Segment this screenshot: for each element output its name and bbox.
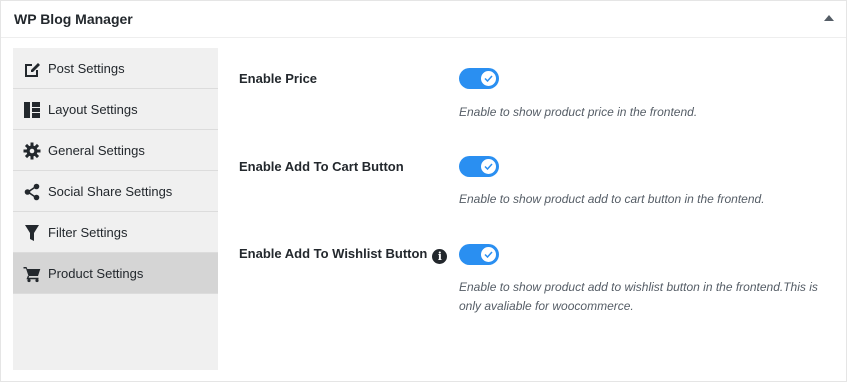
- sidebar-item-label: General Settings: [48, 143, 145, 158]
- sidebar-item-post-settings[interactable]: Post Settings: [13, 48, 218, 89]
- filter-icon: [23, 224, 41, 242]
- check-icon: [484, 75, 493, 82]
- check-icon: [484, 163, 493, 170]
- enable-price-toggle[interactable]: [459, 68, 499, 89]
- settings-sidebar: Post Settings Layout Settings General Se…: [13, 48, 218, 370]
- sidebar-item-filter-settings[interactable]: Filter Settings: [13, 212, 218, 253]
- layout-icon: [23, 101, 41, 119]
- toggle-knob: [481, 159, 496, 174]
- cart-icon: [23, 265, 41, 283]
- sidebar-item-layout-settings[interactable]: Layout Settings: [13, 89, 218, 130]
- panel-title: WP Blog Manager: [14, 11, 133, 27]
- setting-description: Enable to show product add to wishlist b…: [459, 280, 818, 313]
- sidebar-item-label: Layout Settings: [48, 102, 138, 117]
- sidebar-item-label: Filter Settings: [48, 225, 128, 240]
- sidebar-item-product-settings[interactable]: Product Settings: [13, 253, 218, 294]
- check-icon: [484, 251, 493, 258]
- setting-description: Enable to show product add to cart butto…: [459, 192, 765, 206]
- wp-blog-manager-panel: WP Blog Manager Post Settings Layout Set…: [0, 0, 847, 382]
- gear-icon: [23, 142, 41, 160]
- enable-add-to-cart-toggle[interactable]: [459, 156, 499, 177]
- sidebar-item-social-share-settings[interactable]: Social Share Settings: [13, 171, 218, 212]
- setting-description: Enable to show product price in the fron…: [459, 105, 698, 119]
- product-settings-content: Enable Price Enable to show product pric…: [219, 39, 846, 379]
- toggle-knob: [481, 247, 496, 262]
- setting-label-enable-price: Enable Price: [239, 71, 318, 86]
- sidebar-item-label: Product Settings: [48, 266, 144, 281]
- info-icon[interactable]: i: [432, 249, 448, 264]
- enable-add-to-wishlist-toggle[interactable]: [459, 244, 499, 265]
- setting-label-enable-add-to-cart: Enable Add To Cart Button: [239, 159, 404, 174]
- panel-header: WP Blog Manager: [1, 1, 846, 38]
- collapse-arrow-icon[interactable]: [824, 15, 834, 21]
- share-icon: [23, 183, 41, 201]
- edit-icon: [23, 60, 41, 78]
- setting-label-enable-add-to-wishlist: Enable Add To Wishlist Button i: [239, 246, 448, 264]
- sidebar-item-label: Social Share Settings: [48, 184, 173, 199]
- toggle-knob: [481, 71, 496, 86]
- sidebar-item-label: Post Settings: [48, 61, 125, 76]
- sidebar-item-general-settings[interactable]: General Settings: [13, 130, 218, 171]
- setting-label-text: Enable Add To Wishlist Button: [239, 246, 428, 261]
